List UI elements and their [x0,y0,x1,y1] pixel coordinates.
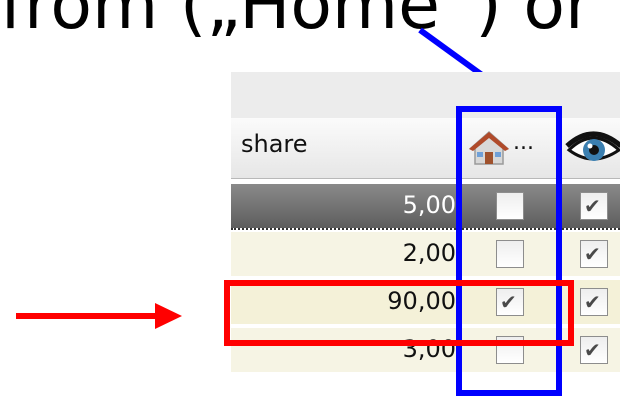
check-icon: ✔ [584,290,601,314]
blue-highlight-box [456,106,562,396]
share-value: 5,00 [402,191,456,219]
eye-checkbox[interactable]: ✔ [580,240,608,268]
check-icon: ✔ [584,242,601,266]
check-icon: ✔ [584,194,601,218]
red-highlight-box [224,280,574,346]
share-value: 2,00 [402,239,456,267]
eye-checkbox[interactable]: ✔ [580,288,608,316]
eye-icon[interactable] [563,124,620,170]
eye-checkbox[interactable]: ✔ [580,192,608,220]
eye-checkbox[interactable]: ✔ [580,336,608,364]
check-icon: ✔ [584,338,601,362]
column-header-share[interactable]: share [241,130,308,158]
red-arrow [16,303,182,329]
